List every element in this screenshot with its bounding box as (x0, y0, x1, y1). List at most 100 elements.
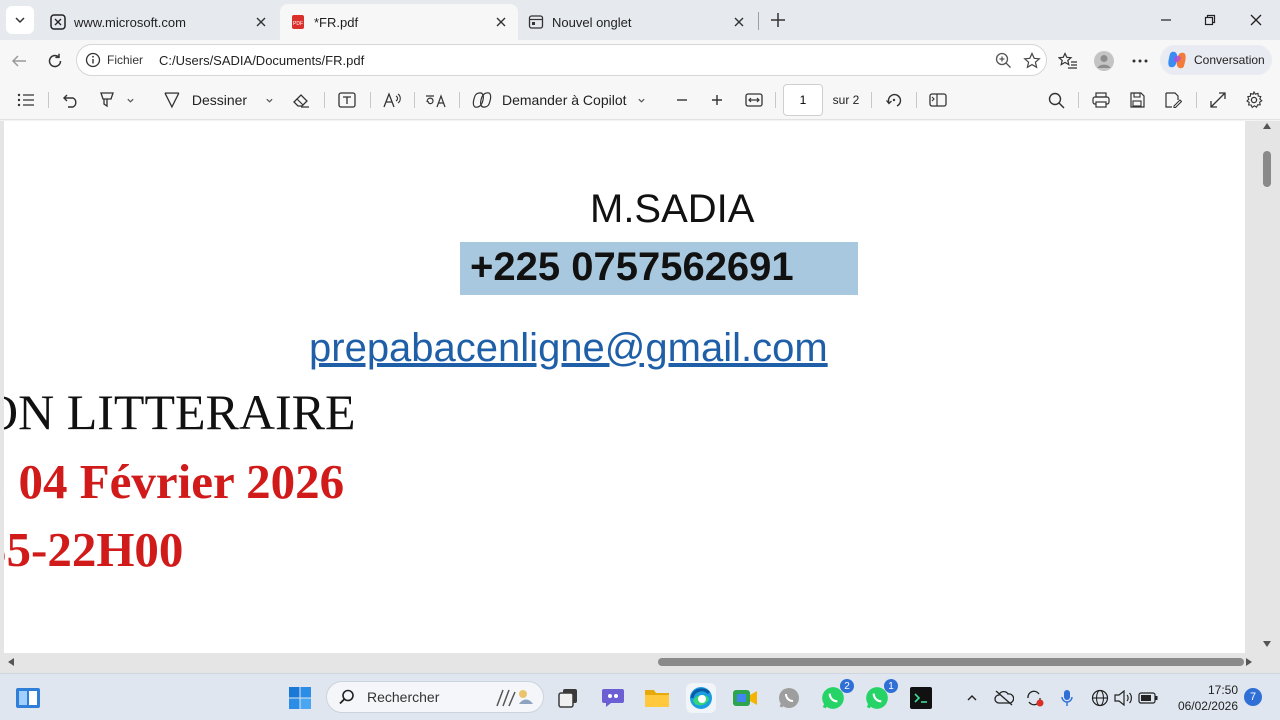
close-tab-button[interactable] (492, 13, 510, 31)
tab-title: Nouvel onglet (552, 14, 632, 30)
ask-copilot-button[interactable]: Demander à Copilot (472, 88, 648, 112)
battery-status[interactable] (1138, 688, 1158, 708)
undo-button[interactable] (59, 88, 83, 112)
whatsapp-business-button[interactable]: 2 (818, 679, 854, 713)
find-button[interactable] (1044, 88, 1068, 112)
system-clock[interactable]: 17:50 06/02/2026 (1166, 682, 1238, 714)
favorites-button[interactable] (1055, 48, 1081, 74)
more-horizontal-icon (1132, 59, 1148, 63)
eraser-icon (293, 94, 309, 108)
tab-microsoft[interactable]: www.microsoft.com (40, 4, 278, 40)
tab-new-tab[interactable]: Nouvel onglet (518, 4, 756, 40)
profile-button[interactable] (1091, 48, 1117, 74)
pdf-toolbar: Dessiner Demander à Copilot sur 2 (0, 80, 1280, 120)
url-text[interactable]: C:/Users/SADIA/Documents/FR.pdf (159, 53, 364, 68)
print-button[interactable] (1089, 88, 1113, 112)
taskbar-search[interactable]: Rechercher (326, 681, 544, 713)
copilot-conversation-button[interactable]: Conversation (1160, 45, 1272, 75)
fit-width-icon (745, 93, 763, 107)
edge-browser-icon (690, 687, 712, 709)
fullscreen-button[interactable] (1206, 88, 1230, 112)
save-button[interactable] (1125, 88, 1149, 112)
rotate-button[interactable] (882, 88, 906, 112)
minimize-button[interactable] (1156, 10, 1176, 30)
contents-button[interactable] (14, 88, 38, 112)
undo-icon (63, 94, 77, 108)
read-aloud-button[interactable] (380, 88, 404, 112)
tab-actions-menu-button[interactable] (6, 6, 34, 34)
horizontal-scroll-thumb[interactable] (658, 658, 1244, 666)
search-highlight-icon (496, 689, 533, 707)
pdf-file-icon: PDF (292, 15, 304, 29)
vertical-scrollbar[interactable] (1259, 121, 1275, 653)
date-line: . 04 Février 2026 (4, 454, 345, 509)
refresh-button[interactable] (42, 48, 68, 74)
widgets-button[interactable] (13, 683, 43, 713)
meet-button[interactable] (730, 683, 760, 713)
translate-button[interactable] (424, 88, 448, 112)
scroll-up-arrow[interactable] (1263, 123, 1271, 129)
save-as-button[interactable] (1161, 88, 1185, 112)
scroll-right-arrow[interactable] (1246, 658, 1252, 666)
teams-chat-button[interactable] (598, 683, 628, 713)
zoom-out-button[interactable] (670, 88, 694, 112)
info-icon[interactable] (85, 52, 101, 68)
task-view-button[interactable] (553, 683, 583, 713)
whatsapp-second-button[interactable]: 1 (862, 679, 898, 713)
scroll-left-arrow[interactable] (8, 658, 14, 666)
close-window-button[interactable] (1246, 10, 1266, 30)
task-view-icon (558, 689, 577, 708)
zoom-icon[interactable] (995, 52, 1012, 69)
read-aloud-icon (383, 92, 401, 108)
star-favorite-icon[interactable] (1023, 52, 1041, 70)
network-status[interactable] (1090, 688, 1110, 708)
toolbar-divider (1078, 92, 1079, 108)
expand-icon (1210, 92, 1226, 108)
erase-button[interactable] (289, 88, 313, 112)
close-tab-button[interactable] (252, 13, 270, 31)
add-text-button[interactable] (335, 88, 359, 112)
copilot-icon (1168, 51, 1186, 69)
draw-button[interactable]: Dessiner (162, 88, 274, 112)
fit-to-width-button[interactable] (742, 88, 766, 112)
page-number-input[interactable] (783, 84, 823, 116)
onedrive-status[interactable] (994, 688, 1014, 708)
restore-button[interactable] (1200, 10, 1220, 30)
highlight-button[interactable] (94, 88, 138, 112)
print-icon (1092, 92, 1110, 108)
horizontal-scrollbar[interactable] (4, 655, 1256, 669)
draw-pen-icon (164, 92, 180, 109)
notification-count-badge[interactable]: 7 (1244, 688, 1262, 706)
pdf-settings-button[interactable] (1242, 88, 1266, 112)
microphone-status[interactable] (1057, 688, 1077, 708)
sync-status[interactable] (1025, 688, 1045, 708)
new-tab-button[interactable] (766, 8, 790, 32)
file-explorer-button[interactable] (642, 683, 672, 713)
edge-taskbar-button[interactable] (686, 683, 716, 713)
highlighter-icon (99, 92, 114, 108)
page-total-label: sur 2 (832, 93, 860, 107)
settings-more-button[interactable] (1127, 48, 1153, 74)
toolbar-divider (48, 92, 49, 108)
chevron-down-icon (637, 98, 645, 103)
toolbar-divider (1196, 92, 1197, 108)
start-button[interactable] (285, 683, 315, 713)
refresh-icon (48, 53, 62, 68)
terminal-app-button[interactable] (906, 683, 936, 713)
show-hidden-icons-button[interactable] (962, 688, 982, 708)
scroll-down-arrow[interactable] (1263, 641, 1271, 647)
address-bar[interactable]: Fichier C:/Users/SADIA/Documents/FR.pdf (76, 44, 1047, 76)
page-view-button[interactable] (926, 88, 950, 112)
vertical-scroll-thumb[interactable] (1263, 151, 1271, 187)
battery-icon (1138, 692, 1158, 704)
back-button[interactable] (6, 48, 32, 74)
sync-alert-icon (1027, 690, 1044, 707)
whatsapp-button[interactable] (774, 683, 804, 713)
zoom-in-button[interactable] (705, 88, 729, 112)
tab-fr-pdf[interactable]: PDF *FR.pdf (280, 4, 518, 40)
close-tab-button[interactable] (730, 13, 748, 31)
email-link[interactable]: prepabacenligne@gmail.com (309, 326, 828, 371)
volume-status[interactable] (1113, 688, 1133, 708)
scheme-label: Fichier (107, 53, 144, 67)
pdf-viewer[interactable]: M.SADIA +225 0757562691 prepabacenligne@… (0, 121, 1280, 673)
